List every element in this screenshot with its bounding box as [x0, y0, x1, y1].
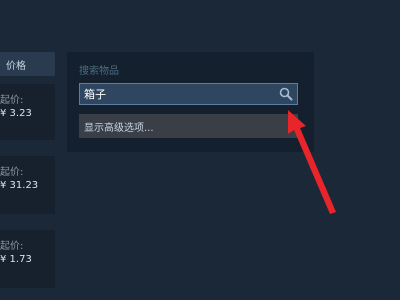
annotation-arrow-icon [288, 110, 336, 214]
starting-price-label: 起价: [0, 167, 24, 178]
starting-price-label: 起价: [0, 95, 24, 106]
search-icon[interactable] [279, 87, 293, 101]
search-input[interactable]: 箱子 [79, 83, 298, 105]
list-item[interactable]: 起价: ¥ 31.23 [0, 156, 55, 214]
search-query-text: 箱子 [84, 88, 106, 101]
price-column-header[interactable]: 价格 [0, 52, 55, 76]
starting-price-value: ¥ 3.23 [0, 108, 32, 119]
starting-price-value: ¥ 31.23 [0, 180, 39, 191]
search-items-panel: 搜索物品 箱子 显示高级选项... [67, 52, 314, 152]
starting-price-label: 起价: [0, 241, 24, 252]
show-advanced-options-button[interactable]: 显示高级选项... [79, 114, 298, 138]
starting-price-value: ¥ 1.73 [0, 254, 32, 265]
list-item[interactable]: 起价: ¥ 1.73 [0, 230, 55, 288]
price-column: 价格 起价: ¥ 3.23 起价: ¥ 31.23 起价: ¥ 1.73 [0, 0, 55, 300]
show-advanced-options-label: 显示高级选项... [84, 122, 154, 134]
list-item[interactable]: 起价: ¥ 3.23 [0, 84, 55, 140]
search-items-label: 搜索物品 [79, 66, 119, 77]
price-header-label: 价格 [6, 60, 26, 72]
